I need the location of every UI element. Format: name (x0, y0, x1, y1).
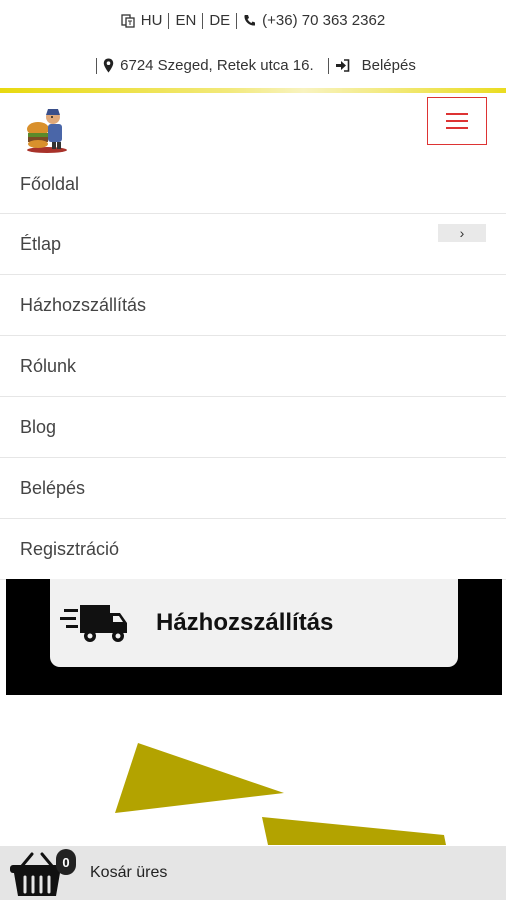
divider (327, 57, 329, 74)
delivery-banner: Házhozszállítás (6, 579, 502, 695)
nav-item-belepes[interactable]: Belépés (0, 458, 506, 519)
delivery-label: Házhozszállítás (156, 609, 334, 636)
map-marker-icon (103, 58, 114, 73)
top-info-row-1: HU EN DE (+36) 70 363 2362 (0, 12, 506, 29)
top-info-row-2: 6724 Szeged, Retek utca 16. Belépés (0, 57, 506, 74)
nav-item-label: Étlap (20, 233, 62, 254)
phone-icon (243, 14, 256, 27)
nav-item-fooldal[interactable]: Főoldal (0, 155, 506, 214)
login-link[interactable]: Belépés (362, 57, 416, 74)
nav-item-label: Főoldal (20, 173, 80, 194)
divider (236, 12, 238, 29)
divider (96, 57, 98, 74)
truck-icon (60, 601, 130, 645)
cart-count-badge: 0 (56, 849, 76, 875)
sign-in-icon (335, 59, 350, 72)
hamburger-icon-line (446, 127, 468, 129)
delivery-card[interactable]: Házhozszállítás (50, 579, 458, 667)
nav-item-label: Házhozszállítás (20, 294, 147, 315)
hamburger-icon (446, 113, 468, 115)
nav-item-label: Belépés (20, 477, 86, 498)
lang-en[interactable]: EN (175, 12, 196, 29)
mobile-nav-menu: Főoldal Étlap › Házhozszállítás Rólunk B… (0, 155, 506, 580)
lang-hu[interactable]: HU (141, 12, 163, 29)
submenu-toggle-button[interactable]: › (438, 224, 486, 242)
cart-status-label: Kosár üres (90, 864, 168, 881)
address-text: 6724 Szeged, Retek utca 16. (120, 57, 314, 74)
nav-item-blog[interactable]: Blog (0, 397, 506, 458)
lang-de[interactable]: DE (209, 12, 230, 29)
nav-item-label: Regisztráció (20, 538, 120, 559)
cart-bar[interactable]: 0 Kosár üres (0, 846, 506, 900)
nav-item-label: Rólunk (20, 355, 77, 376)
nav-item-regisztracio[interactable]: Regisztráció (0, 519, 506, 580)
chevron-right-icon: › (459, 225, 465, 241)
divider (202, 12, 204, 29)
site-header (0, 93, 506, 155)
site-logo[interactable] (22, 105, 72, 155)
top-info-bar: HU EN DE (+36) 70 363 2362 6724 Szeged, … (0, 0, 506, 93)
nav-item-hazhozszallitas[interactable]: Házhozszállítás (0, 275, 506, 336)
nav-item-rolunk[interactable]: Rólunk (0, 336, 506, 397)
nav-item-etlap[interactable]: Étlap › (0, 214, 506, 275)
menu-toggle-button[interactable] (427, 97, 487, 145)
divider (168, 12, 170, 29)
decorative-shapes (0, 695, 506, 845)
hamburger-icon-line (446, 120, 468, 122)
phone-number[interactable]: (+36) 70 363 2362 (262, 12, 385, 29)
translate-icon (121, 13, 135, 28)
nav-item-label: Blog (20, 416, 57, 437)
